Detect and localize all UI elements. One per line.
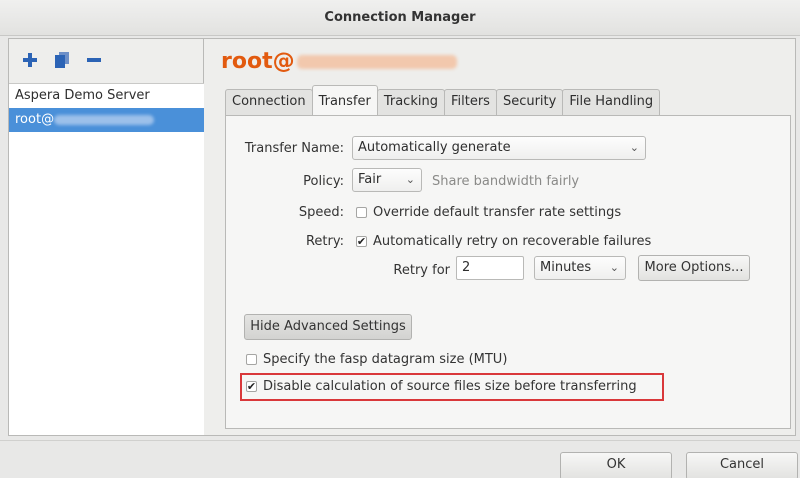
auto-retry-checkbox[interactable]: ✔ Automatically retry on recoverable fai… — [356, 234, 651, 249]
checkmark-icon[interactable]: ✔ — [356, 236, 367, 247]
tab-filters[interactable]: Filters — [443, 89, 497, 115]
transfer-name-value: Automatically generate — [358, 140, 511, 155]
sidebar: Aspera Demo Server root@ — [9, 39, 204, 435]
remove-icon[interactable] — [85, 51, 103, 69]
checkmark-icon[interactable]: ✔ — [246, 381, 257, 392]
policy-label: Policy: — [303, 174, 344, 189]
tab-bar: Connection Transfer Tracking Filters Sec… — [225, 85, 661, 115]
retry-for-label: Retry for — [393, 263, 450, 278]
policy-select[interactable]: Fair ⌄ — [352, 168, 422, 192]
redacted-host — [296, 55, 457, 69]
dialog-body: Aspera Demo Server root@ root@ Connectio… — [8, 38, 796, 436]
chevron-down-icon: ⌄ — [405, 173, 415, 186]
override-rate-checkbox[interactable]: Override default transfer rate settings — [356, 205, 621, 220]
retry-label: Retry: — [305, 234, 344, 249]
host-title: root@ — [221, 49, 457, 74]
footer-divider — [0, 440, 800, 441]
checkbox-empty[interactable] — [246, 354, 257, 365]
cancel-button[interactable]: Cancel — [686, 452, 798, 478]
disable-calc-checkbox[interactable]: ✔ Disable calculation of source files si… — [246, 379, 637, 394]
tab-transfer[interactable]: Transfer — [311, 85, 378, 115]
more-options-button[interactable]: More Options... — [638, 255, 750, 281]
policy-hint: Share bandwidth fairly — [432, 174, 580, 189]
sidebar-toolbar — [9, 39, 203, 81]
transfer-name-select[interactable]: Automatically generate ⌄ — [352, 136, 646, 160]
window-title: Connection Manager — [0, 0, 800, 36]
retry-unit-select[interactable]: Minutes ⌄ — [534, 256, 626, 280]
retry-for-input[interactable]: 2 — [456, 256, 524, 280]
server-item-label: Aspera Demo Server — [15, 88, 150, 103]
tab-security[interactable]: Security — [495, 89, 564, 115]
tab-file-handling[interactable]: File Handling — [562, 89, 661, 115]
main-pane: root@ Connection Transfer Tracking Filte… — [205, 39, 795, 435]
tab-connection[interactable]: Connection — [225, 89, 313, 115]
override-rate-label: Override default transfer rate settings — [373, 205, 622, 220]
auto-retry-label: Automatically retry on recoverable failu… — [373, 234, 652, 249]
redacted-host — [54, 114, 155, 125]
ok-button[interactable]: OK — [560, 452, 672, 478]
retry-unit-value: Minutes — [540, 260, 592, 275]
mtu-checkbox[interactable]: Specify the fasp datagram size (MTU) — [246, 352, 507, 367]
policy-value: Fair — [358, 172, 382, 187]
chevron-down-icon: ⌄ — [629, 141, 639, 154]
mtu-label: Specify the fasp datagram size (MTU) — [263, 352, 508, 367]
chevron-down-icon: ⌄ — [609, 261, 619, 274]
checkbox-empty[interactable] — [356, 207, 367, 218]
transfer-panel: Transfer Name: Automatically generate ⌄ … — [225, 115, 791, 429]
transfer-name-label: Transfer Name: — [244, 141, 344, 156]
duplicate-icon[interactable] — [53, 51, 71, 69]
server-item-root[interactable]: root@ — [9, 108, 204, 132]
server-list: Aspera Demo Server root@ — [9, 83, 204, 435]
add-icon[interactable] — [21, 51, 39, 69]
tab-tracking[interactable]: Tracking — [376, 89, 445, 115]
server-item-label: root@ — [15, 112, 55, 127]
hide-advanced-button[interactable]: Hide Advanced Settings — [244, 314, 412, 340]
disable-calc-label: Disable calculation of source files size… — [263, 379, 637, 394]
speed-label: Speed: — [298, 205, 344, 220]
server-item-aspera-demo[interactable]: Aspera Demo Server — [9, 84, 204, 108]
